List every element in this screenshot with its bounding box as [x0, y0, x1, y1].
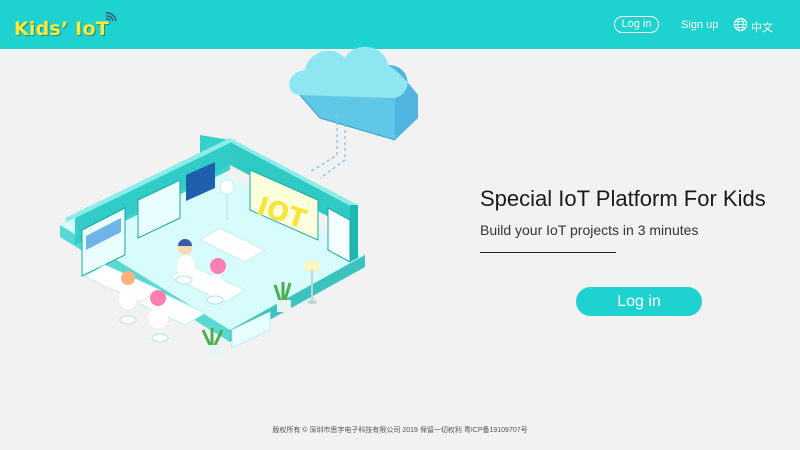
globe-icon[interactable] — [733, 17, 748, 32]
header-signup-link[interactable]: Sign up — [681, 19, 718, 31]
hero-login-button[interactable]: Log in — [576, 287, 702, 316]
language-switch[interactable]: 中文 — [751, 19, 773, 35]
hero-subtitle: Build your IoT projects in 3 minutes — [480, 222, 699, 238]
footer-copyright: 版权所有 © 深圳市思字电子科技有限公司 2019 保留一切权利 粤ICP备19… — [272, 427, 528, 434]
wifi-icon — [105, 12, 117, 22]
hero-divider — [480, 252, 616, 253]
cloud-icon — [289, 46, 418, 141]
header-login-button[interactable]: Log in — [614, 16, 659, 33]
hero-title: Special IoT Platform For Kids — [480, 186, 766, 211]
iot-classroom-illustration: IOT — [60, 46, 418, 358]
